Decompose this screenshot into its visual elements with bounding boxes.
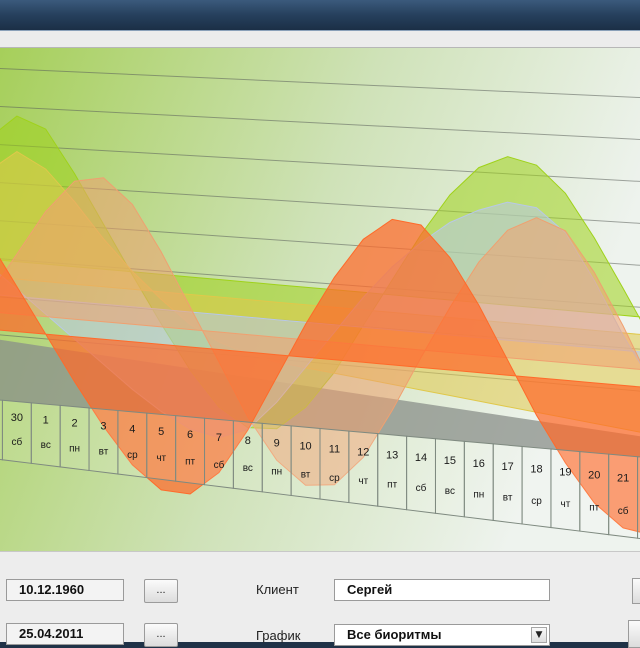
axis-cell — [30, 402, 61, 468]
side-button-bottom[interactable] — [628, 620, 640, 648]
tick-label-weekday: чт — [358, 476, 368, 487]
axis-cell — [59, 404, 90, 472]
current-date-browse-button[interactable]: ... — [144, 623, 178, 647]
tick-label-weekday: вт — [301, 470, 311, 481]
tick-label-weekday: вс — [243, 463, 253, 474]
tick-label-weekday: пн — [271, 466, 282, 477]
axis-cell — [521, 445, 552, 529]
client-label: Клиент — [256, 582, 299, 597]
tick-label-day: 19 — [559, 467, 571, 479]
birth-date-browse-button[interactable]: ... — [144, 579, 178, 603]
axis-cell — [492, 443, 523, 525]
axis-cell — [175, 415, 206, 486]
tick-label-weekday: чт — [156, 453, 166, 464]
axis-cell — [550, 448, 581, 532]
axis-cell — [204, 417, 234, 489]
controls-panel: 10.12.1960 ... 25.04.2011 ... Клиент Сер… — [0, 551, 640, 648]
tick-label-weekday: пн — [473, 489, 484, 500]
biorhythm-chart: 29пт30сб1вс2пн3вт4ср5чт6пт7сб8вс9пн10вт1… — [0, 47, 640, 552]
axis-cell — [261, 422, 292, 497]
axis-cell — [608, 453, 639, 539]
tick-label-weekday: вт — [503, 493, 513, 504]
axis-cell — [377, 433, 408, 511]
axis-cell — [319, 427, 350, 504]
tick-label-day: 10 — [299, 441, 311, 453]
current-date-field[interactable]: 25.04.2011 — [6, 623, 124, 645]
tick-label-day: 17 — [502, 461, 514, 473]
chart-svg: 29пт30сб1вс2пн3вт4ср5чт6пт7сб8вс9пн10вт1… — [0, 48, 640, 552]
client-name-input[interactable]: Сергей — [334, 579, 550, 601]
tick-label-weekday: пт — [387, 479, 397, 490]
tick-label-day: 14 — [415, 452, 427, 464]
tick-label-day: 1 — [43, 415, 49, 427]
tick-label-day: 6 — [187, 429, 193, 441]
tick-label-weekday: сб — [12, 436, 23, 448]
tick-label-day: 15 — [444, 455, 456, 467]
tick-label-day: 16 — [473, 458, 485, 470]
birth-date-field[interactable]: 10.12.1960 — [6, 579, 124, 601]
graph-type-dropdown[interactable]: Все биоритмы ▼ — [334, 624, 550, 646]
tick-label-weekday: вс — [41, 440, 51, 451]
axis-cell — [232, 420, 263, 493]
tick-label-day: 4 — [129, 423, 135, 435]
tick-label-day: 5 — [158, 426, 164, 438]
tick-label-weekday: пт — [185, 456, 195, 467]
tick-label-day: 9 — [274, 438, 280, 450]
tick-label-day: 21 — [617, 472, 629, 484]
axis-cell — [579, 451, 610, 536]
axis-cell — [406, 435, 436, 514]
tick-label-weekday: ср — [127, 450, 138, 461]
tick-label-weekday: пн — [69, 443, 80, 454]
axis-cell — [88, 407, 119, 475]
axis-cell — [117, 409, 148, 479]
tick-label-weekday: вс — [445, 486, 455, 497]
tick-label-day: 18 — [530, 464, 542, 476]
tick-label-weekday: вт — [99, 447, 109, 458]
graph-label: График — [256, 628, 301, 643]
chevron-down-icon[interactable]: ▼ — [531, 627, 547, 643]
axis-cell — [146, 412, 177, 482]
tick-label-weekday: чт — [560, 499, 570, 510]
tick-label-weekday: ср — [329, 473, 340, 484]
tick-label-day: 13 — [386, 449, 398, 461]
side-button-top[interactable] — [632, 578, 640, 604]
axis-cell — [463, 440, 494, 521]
axis-cell — [434, 438, 465, 518]
tick-label-day: 30 — [11, 412, 23, 424]
tick-label-weekday: сб — [416, 482, 427, 494]
axis-cell — [1, 399, 32, 464]
tick-label-day: 11 — [329, 444, 340, 456]
tick-label-weekday: сб — [618, 505, 629, 517]
tick-label-weekday: сб — [214, 459, 225, 471]
app-window: 29пт30сб1вс2пн3вт4ср5чт6пт7сб8вс9пн10вт1… — [0, 30, 640, 648]
tick-label-weekday: ср — [531, 496, 542, 507]
axis-cell — [290, 425, 321, 500]
window-title-bar[interactable] — [0, 0, 640, 30]
tick-label-day: 8 — [245, 435, 251, 447]
tick-label-day: 3 — [100, 420, 106, 432]
tick-label-weekday: пт — [589, 502, 599, 513]
tick-label-day: 2 — [72, 418, 78, 430]
tick-label-day: 7 — [216, 432, 222, 444]
tick-label-day: 20 — [588, 469, 600, 481]
tick-label-day: 12 — [357, 446, 369, 458]
axis-cell — [348, 430, 379, 507]
